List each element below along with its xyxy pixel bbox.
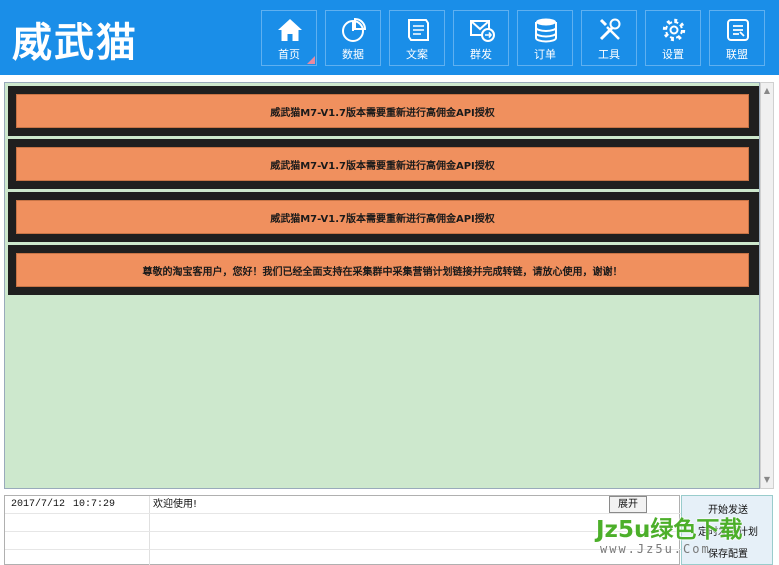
nav-home[interactable]: 首页 [261, 10, 317, 66]
notice-panel: 威武猫M7-V1.7版本需要重新进行高佣金API授权 威武猫M7-V1.7版本需… [4, 82, 760, 489]
log-row: 2017/7/12 10:7:29 欢迎使用! [5, 496, 681, 514]
nav-alliance[interactable]: 联盟 [709, 10, 765, 66]
notice-banner[interactable]: 尊敬的淘宝客用户，您好！我们已经全面支持在采集群中采集营销计划链接并完成转链，请… [16, 253, 749, 287]
nav-data[interactable]: 数据 [325, 10, 381, 66]
active-corner-marker [307, 56, 315, 64]
notice-banner[interactable]: 威武猫M7-V1.7版本需要重新进行高佣金API授权 [16, 200, 749, 234]
nav-broadcast-label: 群发 [470, 48, 492, 61]
notice-row: 威武猫M7-V1.7版本需要重新进行高佣金API授权 [8, 139, 759, 189]
nav-broadcast[interactable]: 群发 [453, 10, 509, 66]
nav-copywriting[interactable]: 文案 [389, 10, 445, 66]
broadcast-icon [470, 20, 495, 42]
nav-alliance-label: 联盟 [726, 48, 748, 61]
log-panel: 2017/7/12 10:7:29 欢迎使用! [4, 495, 681, 565]
alliance-icon [727, 19, 749, 41]
notice-row: 威武猫M7-V1.7版本需要重新进行高佣金API授权 [8, 86, 759, 136]
nav-data-label: 数据 [342, 48, 364, 61]
nav-orders[interactable]: 订单 [517, 10, 573, 66]
vertical-scrollbar[interactable]: ▲ ▼ [760, 82, 774, 489]
log-row-empty [5, 514, 681, 532]
scroll-down-icon[interactable]: ▼ [761, 473, 773, 487]
app-logo: 威武猫 [12, 20, 138, 66]
save-config-button[interactable]: 保存配置 [686, 546, 770, 564]
schedule-send-button[interactable]: 定时发送计划 [686, 524, 770, 542]
nav-orders-label: 订单 [534, 48, 556, 61]
tools-icon [599, 18, 621, 41]
nav-tools-label: 工具 [598, 48, 620, 61]
notice-row: 威武猫M7-V1.7版本需要重新进行高佣金API授权 [8, 192, 759, 242]
log-date: 2017/7/12 [11, 499, 66, 510]
database-icon [535, 18, 557, 43]
notice-row: 尊敬的淘宝客用户，您好！我们已经全面支持在采集群中采集营销计划链接并完成转链，请… [8, 245, 759, 295]
pie-chart-icon [342, 17, 367, 42]
gear-icon [662, 18, 686, 42]
log-time: 10:7:29 [73, 499, 116, 510]
nav-settings[interactable]: 设置 [645, 10, 701, 66]
log-message: 欢迎使用! [153, 499, 198, 510]
start-send-button[interactable]: 开始发送 [686, 502, 770, 520]
app-header: 威武猫 首页 数据 文案 群发 订单 工具 设置 联盟 [0, 0, 779, 75]
nav-tools[interactable]: 工具 [581, 10, 637, 66]
home-icon [278, 19, 302, 41]
nav-settings-label: 设置 [662, 48, 684, 61]
expand-button[interactable]: 展开 [609, 496, 647, 513]
log-row-empty [5, 532, 681, 550]
notice-banner[interactable]: 威武猫M7-V1.7版本需要重新进行高佣金API授权 [16, 94, 749, 128]
document-icon [408, 19, 429, 41]
action-buttons: 开始发送 定时发送计划 保存配置 [681, 495, 773, 565]
nav-copywriting-label: 文案 [406, 48, 428, 61]
notice-banner[interactable]: 威武猫M7-V1.7版本需要重新进行高佣金API授权 [16, 147, 749, 181]
scroll-up-icon[interactable]: ▲ [761, 84, 773, 98]
